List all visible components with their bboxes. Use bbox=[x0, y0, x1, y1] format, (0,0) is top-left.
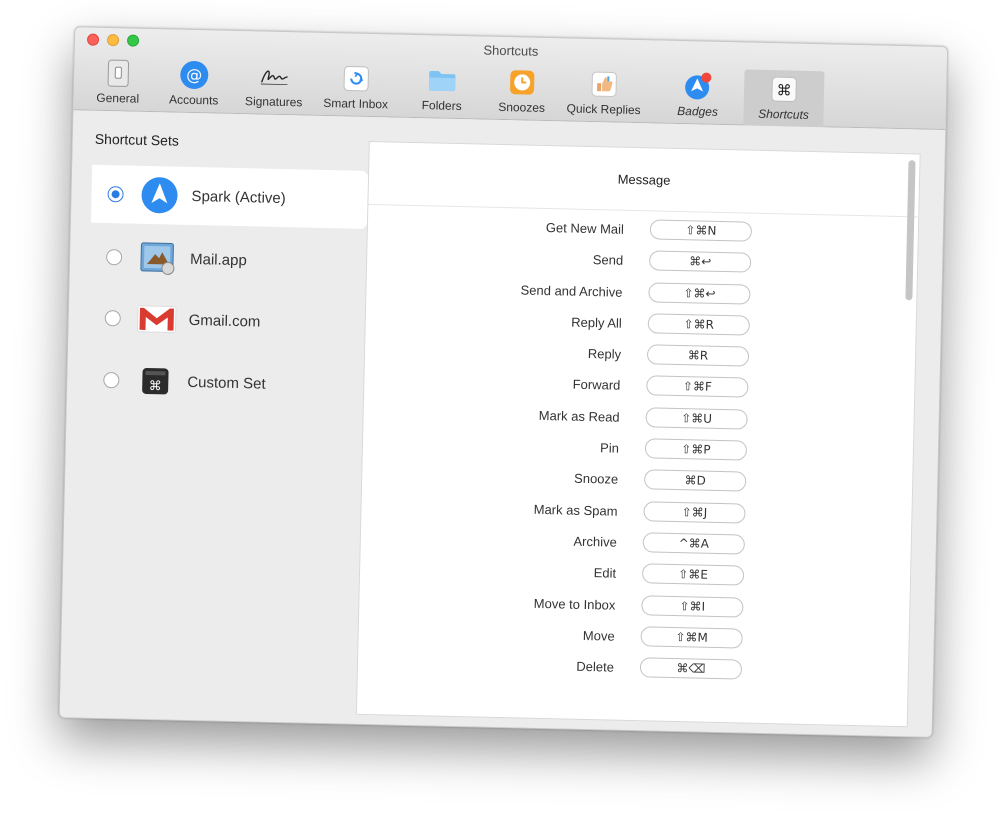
shortcut-key-field[interactable]: ⌘R bbox=[646, 344, 750, 367]
set-custom-radio[interactable] bbox=[103, 371, 120, 389]
svg-text:@: @ bbox=[186, 65, 202, 84]
signature-icon bbox=[259, 61, 290, 92]
tab-snoozes[interactable]: Snoozes bbox=[481, 63, 562, 121]
folder-icon bbox=[427, 65, 458, 96]
tab-folders[interactable]: Folders bbox=[401, 61, 482, 119]
set-custom-label: Custom Set bbox=[187, 373, 266, 393]
switch-icon bbox=[103, 58, 134, 89]
shortcut-list-panel: Message Get New Mail ⇧⌘N Send ⌘↩ Send and … bbox=[355, 140, 921, 728]
set-mail-app-radio[interactable] bbox=[105, 249, 123, 266]
set-mail-app[interactable]: Mail.app bbox=[89, 228, 362, 292]
preferences-window: Shortcuts General @ Accounts Signatures … bbox=[58, 26, 949, 738]
shortcut-key-field[interactable]: ⇧⌘E bbox=[641, 563, 745, 586]
shortcut-key-field[interactable]: ⌘D bbox=[644, 469, 747, 492]
set-gmail-radio[interactable] bbox=[104, 310, 121, 327]
shortcut-key-field[interactable]: ⇧⌘P bbox=[644, 438, 748, 461]
shortcut-key-field[interactable]: ^⌘A bbox=[642, 532, 746, 555]
svg-text:⌘: ⌘ bbox=[776, 81, 791, 99]
shortcut-key-field[interactable]: ⇧⌘F bbox=[646, 375, 749, 399]
shortcut-sets-heading: Shortcut Sets bbox=[94, 130, 180, 149]
shortcut-key-field[interactable]: ⌘↩ bbox=[648, 250, 752, 273]
shortcut-key-field[interactable]: ⌘⌫ bbox=[639, 657, 743, 680]
shortcut-key-field[interactable]: ⇧⌘I bbox=[641, 594, 744, 618]
tab-smart-inbox[interactable]: Smart Inbox bbox=[315, 59, 396, 117]
set-spark-radio[interactable] bbox=[107, 186, 124, 203]
tab-general[interactable]: General bbox=[77, 53, 158, 111]
spark-icon bbox=[139, 175, 180, 216]
smart-inbox-icon bbox=[341, 63, 372, 94]
svg-text:⌘: ⌘ bbox=[149, 379, 162, 394]
set-spark[interactable]: Spark (Active) bbox=[90, 164, 391, 230]
shortcut-key-field[interactable]: ⇧⌘U bbox=[645, 407, 748, 430]
set-gmail[interactable]: Gmail.com bbox=[88, 289, 361, 353]
set-gmail-label: Gmail.com bbox=[188, 311, 261, 331]
tab-signatures[interactable]: Signatures bbox=[233, 57, 314, 115]
tab-shortcuts[interactable]: ⌘ Shortcuts bbox=[743, 69, 825, 128]
shortcut-key-field[interactable]: ⇧⌘M bbox=[640, 626, 743, 649]
set-custom[interactable]: ⌘ Custom Set bbox=[87, 351, 360, 415]
custom-set-icon: ⌘ bbox=[135, 361, 176, 402]
shortcut-key-field[interactable]: ⇧⌘R bbox=[647, 313, 750, 336]
badge-icon bbox=[683, 71, 714, 102]
shortcut-key-field[interactable]: ⇧⌘↩ bbox=[648, 281, 751, 305]
tab-accounts[interactable]: @ Accounts bbox=[153, 55, 234, 113]
shortcut-key-field[interactable]: ⇧⌘J bbox=[643, 500, 746, 524]
mail-app-icon bbox=[138, 238, 179, 279]
set-mail-app-label: Mail.app bbox=[189, 250, 248, 269]
shortcut-rows: Get New Mail ⇧⌘N Send ⌘↩ Send and Archive ⇧… bbox=[358, 204, 901, 685]
command-icon: ⌘ bbox=[769, 74, 800, 105]
clock-icon bbox=[507, 67, 538, 98]
tab-quick-replies[interactable]: Quick Replies bbox=[563, 64, 644, 122]
set-spark-label: Spark (Active) bbox=[191, 187, 286, 207]
gmail-icon bbox=[136, 299, 177, 340]
at-sign-icon: @ bbox=[179, 60, 210, 91]
thumbs-up-icon bbox=[589, 69, 620, 100]
shortcut-key-field[interactable]: ⇧⌘N bbox=[649, 219, 753, 242]
shortcuts-pane: Shortcut Sets Spark (Active) Mail.app Gm… bbox=[59, 110, 946, 737]
tab-badges[interactable]: Badges bbox=[657, 67, 738, 125]
